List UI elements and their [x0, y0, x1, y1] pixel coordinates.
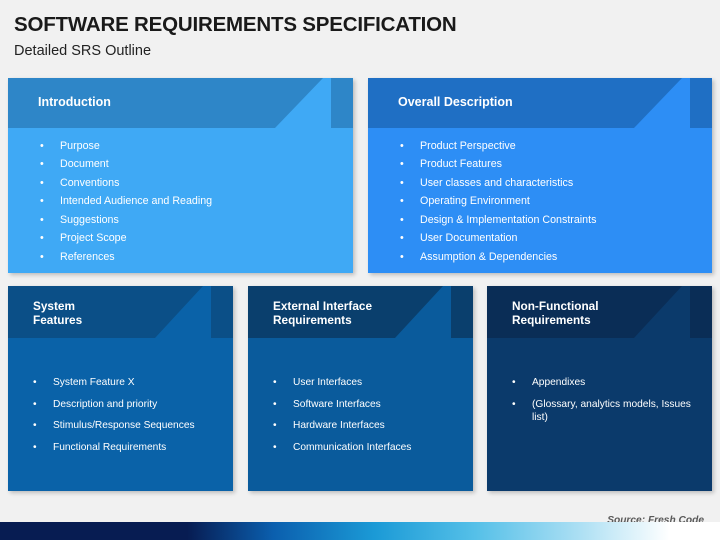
bullet-dot-icon: • [400, 232, 404, 245]
card-bullet-list: • Product Perspective • Product Features •… [368, 140, 712, 269]
bullet-dot-icon: • [40, 232, 44, 245]
card-grid: Introduction • Purpose • Document • Convent… [0, 78, 720, 498]
bullet-dot-icon: • [273, 377, 277, 388]
list-item[interactable]: • Communication Interfaces [248, 441, 473, 454]
bullet-dot-icon: • [400, 250, 404, 263]
bullet-dot-icon: • [512, 377, 516, 388]
list-item[interactable]: • Product Perspective [368, 140, 712, 154]
list-item[interactable]: • Document [8, 158, 353, 172]
list-item[interactable]: • Product Features [368, 158, 712, 172]
list-item[interactable]: • Stimulus/Response Sequences [8, 419, 233, 432]
list-item[interactable]: • Project Scope [8, 232, 353, 246]
card-title: Overall Description [398, 95, 513, 109]
bullet-dot-icon: • [33, 398, 37, 410]
decorative-bottom-bar [0, 522, 720, 540]
card-system-features[interactable]: System Features • System Feature X • Descr… [8, 286, 233, 491]
card-introduction[interactable]: Introduction • Purpose • Document • Convent… [8, 78, 353, 273]
bullet-dot-icon: • [33, 441, 37, 453]
bullet-dot-icon: • [40, 213, 44, 226]
bullet-dot-icon: • [273, 398, 277, 410]
list-item-label: Operating Environment [420, 195, 530, 208]
bullet-dot-icon: • [400, 213, 404, 226]
bullet-dot-icon: • [273, 441, 277, 453]
list-item-label: Assumption & Dependencies [420, 250, 558, 263]
card-title: System Features [33, 299, 83, 328]
list-item-label: User Documentation [420, 232, 518, 245]
bullet-dot-icon: • [33, 377, 37, 388]
list-item-label: Design & Implementation Constraints [420, 213, 597, 226]
list-item-label: Purpose [60, 140, 100, 152]
bullet-dot-icon: • [400, 176, 404, 189]
list-item[interactable]: • User Documentation [368, 232, 712, 246]
list-item-label: Document [60, 158, 109, 171]
list-item-label: Project Scope [60, 232, 127, 245]
list-item[interactable]: • Appendixes [487, 376, 712, 389]
card-title: Introduction [38, 95, 111, 109]
card-title: External Interface Requirements [273, 299, 373, 328]
card-bullet-list: • System Feature X • Description and prior… [8, 376, 233, 462]
list-item-label: Communication Interfaces [293, 441, 412, 453]
list-item[interactable]: • Functional Requirements [8, 441, 233, 454]
list-item[interactable]: • Intended Audience and Reading [8, 195, 353, 209]
list-item[interactable]: • Description and priority [8, 398, 233, 411]
list-item-label: Conventions [60, 176, 120, 189]
list-item-label: Functional Requirements [53, 441, 167, 453]
title-block: SOFTWARE REQUIREMENTS SPECIFICATION Deta… [14, 13, 704, 59]
card-external-interface-requirements[interactable]: External Interface Requirements • User In… [248, 286, 473, 491]
list-item-label: Appendixes [532, 377, 586, 388]
bullet-dot-icon: • [40, 158, 44, 171]
bullet-dot-icon: • [40, 176, 44, 189]
bullet-dot-icon: • [40, 250, 44, 263]
list-item-label: Description and priority [53, 398, 158, 410]
page-title: SOFTWARE REQUIREMENTS SPECIFICATION [14, 13, 457, 36]
card-non-functional-requirements[interactable]: Non-Functional Requirements • Appendixes … [487, 286, 712, 491]
list-item-label: System Feature X [53, 377, 135, 388]
bullet-dot-icon: • [273, 420, 277, 432]
list-item[interactable]: • User Interfaces [248, 376, 473, 389]
list-item[interactable]: • Operating Environment [368, 195, 712, 209]
list-item-label: User Interfaces [293, 377, 363, 388]
list-item[interactable]: • Purpose [8, 140, 353, 154]
card-bullet-list: • Purpose • Document • Conventions • Intende… [8, 140, 353, 269]
list-item-label: Hardware Interfaces [293, 420, 385, 432]
list-item-label: Product Perspective [420, 140, 516, 152]
list-item[interactable]: • Hardware Interfaces [248, 419, 473, 432]
bullet-dot-icon: • [400, 158, 404, 171]
list-item[interactable]: • Assumption & Dependencies [368, 251, 712, 265]
card-overall-description[interactable]: Overall Description • Product Perspective… [368, 78, 712, 273]
list-item[interactable]: • Software Interfaces [248, 398, 473, 411]
list-item[interactable]: • User classes and characteristics [368, 177, 712, 191]
list-item-label: References [60, 250, 115, 263]
list-item-label: Product Features [420, 158, 502, 171]
bullet-dot-icon: • [512, 398, 516, 410]
card-title: Non-Functional Requirements [512, 299, 599, 328]
bullet-dot-icon: • [40, 140, 44, 152]
list-item-label: Intended Audience and Reading [60, 195, 213, 208]
list-item[interactable]: • Conventions [8, 177, 353, 191]
list-item-label: User classes and characteristics [420, 176, 574, 189]
list-item[interactable]: • References [8, 251, 353, 265]
bullet-dot-icon: • [400, 140, 404, 152]
list-item-label: (Glossary, analytics models, Issues list… [532, 398, 691, 423]
page-subtitle: Detailed SRS Outline [14, 42, 152, 59]
bullet-dot-icon: • [33, 420, 37, 432]
list-item-label: Suggestions [60, 213, 119, 226]
list-item[interactable]: • Suggestions [8, 214, 353, 228]
list-item-label: Software Interfaces [293, 398, 381, 410]
card-bullet-list: • Appendixes • (Glossary, analytics models… [487, 376, 712, 432]
bullet-dot-icon: • [40, 195, 44, 208]
list-item[interactable]: • System Feature X [8, 376, 233, 389]
bullet-dot-icon: • [400, 195, 404, 208]
list-item-label: Stimulus/Response Sequences [53, 420, 195, 432]
card-bullet-list: • User Interfaces • Software Interfaces • H… [248, 376, 473, 462]
list-item[interactable]: • (Glossary, analytics models, Issues lis… [487, 398, 712, 424]
list-item[interactable]: • Design & Implementation Constraints [368, 214, 712, 228]
